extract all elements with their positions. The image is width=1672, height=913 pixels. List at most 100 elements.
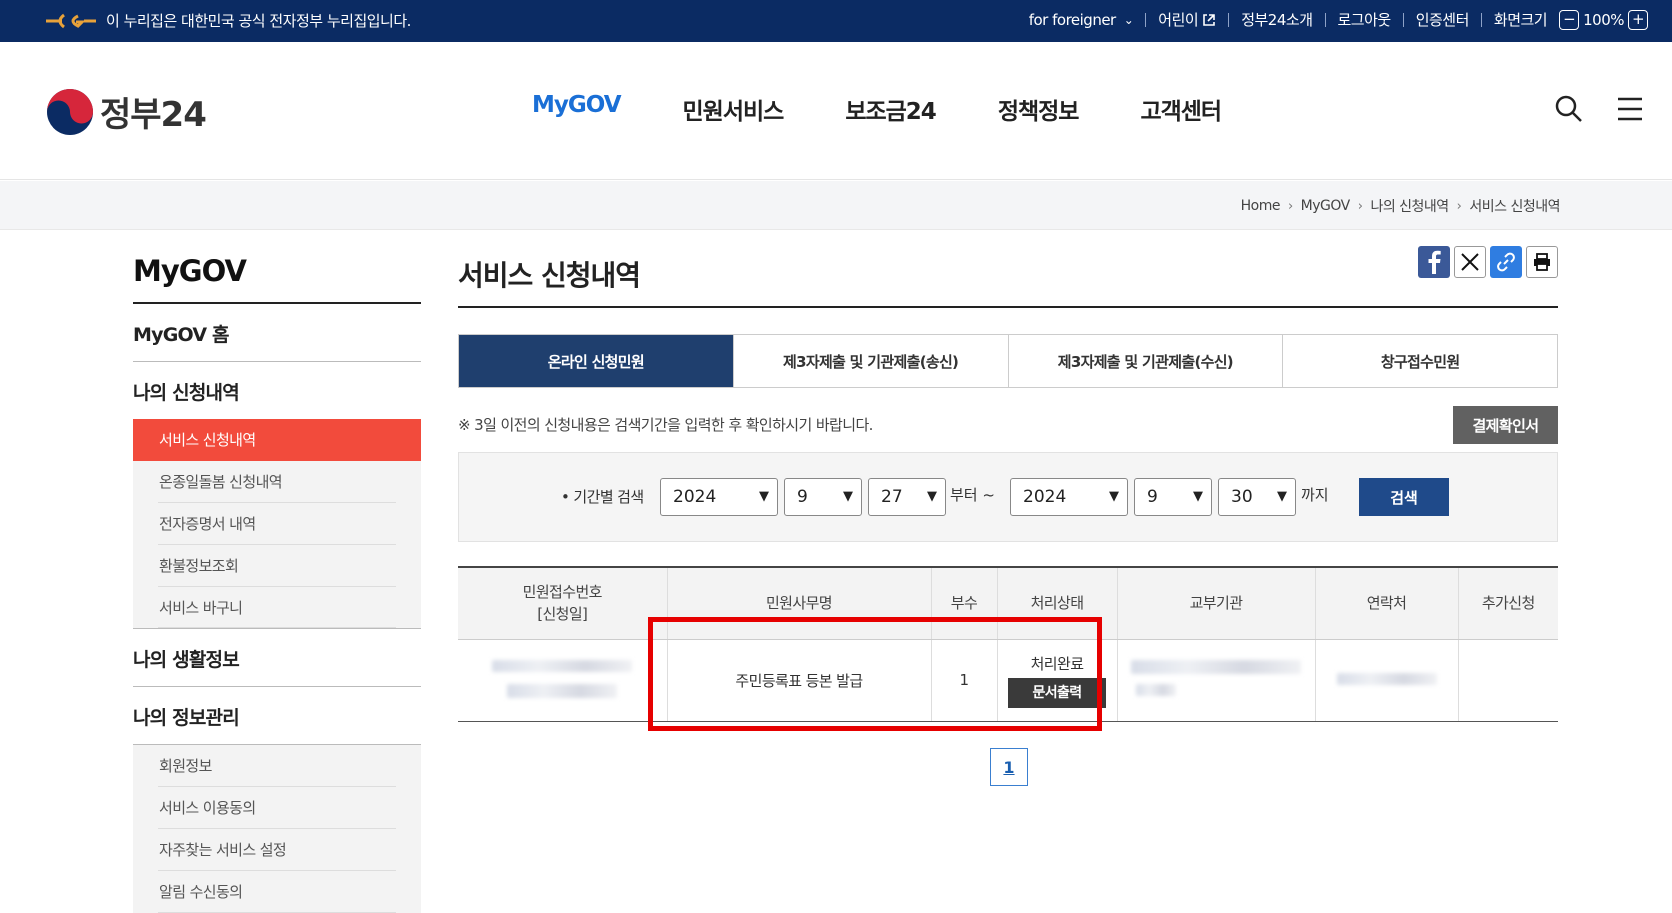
sidebar-item-childcare-applications[interactable]: 온종일돌봄 신청내역 xyxy=(133,461,421,503)
zoom-out-button[interactable]: − xyxy=(1559,9,1580,30)
sidebar-item-service-basket[interactable]: 서비스 바구니 xyxy=(133,587,421,629)
from-month-value: 9 xyxy=(797,487,808,507)
facebook-share-button[interactable] xyxy=(1418,246,1450,278)
chevron-right-icon: › xyxy=(1287,198,1293,214)
logo-text: 정부24 xyxy=(100,95,207,135)
redacted-agency-line2 xyxy=(1136,684,1176,696)
chevron-down-icon: ▼ xyxy=(1109,489,1119,504)
sidebar-item-info-management[interactable]: 나의 정보관리 xyxy=(133,687,421,745)
kids-link[interactable]: 어린이 xyxy=(1158,9,1216,30)
breadcrumb-mygov[interactable]: MyGOV xyxy=(1301,198,1351,214)
divider xyxy=(1145,12,1147,27)
kids-label: 어린이 xyxy=(1158,11,1199,29)
to-year-value: 2024 xyxy=(1023,487,1067,507)
col-receipt-number: 민원접수번호 [신청일] xyxy=(458,567,667,640)
from-year-value: 2024 xyxy=(673,487,717,507)
nav-civil-service[interactable]: 민원서비스 xyxy=(683,92,785,126)
payment-confirmation-button[interactable]: 결제확인서 xyxy=(1453,406,1558,444)
gov-notice-text: 이 누리집은 대한민국 공식 전자정부 누리집입니다. xyxy=(106,12,411,30)
to-day-value: 30 xyxy=(1231,487,1253,507)
utility-menu: for foreigner ⌄ 어린이 정부24소개 로그아웃 인증센터 화면크기… xyxy=(1029,9,1652,30)
chevron-down-icon: ▼ xyxy=(1193,489,1203,504)
site-header: 정부24 MyGOV 민원서비스 보조금24 정책정보 고객센터 xyxy=(0,42,1672,180)
foreigner-label: for foreigner xyxy=(1028,10,1117,29)
application-tabs: 온라인 신청민원 제3자제출 및 기관제출(송신) 제3자제출 및 기관제출(수… xyxy=(458,334,1558,388)
sidebar-item-member-info[interactable]: 회원정보 xyxy=(133,745,421,787)
redacted-receipt-number xyxy=(492,660,633,672)
cert-center-link[interactable]: 인증센터 xyxy=(1416,9,1470,30)
sidebar-item-life-info[interactable]: 나의 생활정보 xyxy=(133,629,421,687)
period-search-box: • 기간별 검색 2024 ▼ 9 ▼ 27 ▼ 부터 ~ 2024 ▼ 9 ▼ 30 ▼ … xyxy=(458,452,1558,542)
chevron-down-icon: ▼ xyxy=(927,489,937,504)
sidebar-item-service-consent[interactable]: 서비스 이용동의 xyxy=(133,787,421,829)
search-button[interactable]: 검색 xyxy=(1359,478,1449,516)
breadcrumb-my-applications[interactable]: 나의 신청내역 xyxy=(1370,196,1449,216)
from-day-select[interactable]: 27 ▼ xyxy=(868,478,946,516)
copy-link-button[interactable] xyxy=(1490,246,1522,278)
search-period-note: ※ 3일 이전의 신청내용은 검색기간을 입력한 후 확인하시기 바랍니다. xyxy=(458,416,873,434)
title-divider xyxy=(458,306,1558,308)
nav-mygov[interactable]: MyGOV xyxy=(532,92,621,126)
tab-third-party-received[interactable]: 제3자제출 및 기관제출(수신) xyxy=(1007,335,1283,387)
main-content: 서비스 신청내역 온라인 신청민원 제3자제출 및 기관제출(송신) 제3자제출… xyxy=(458,246,1558,722)
logout-link[interactable]: 로그아웃 xyxy=(1338,9,1392,30)
col-additional-request: 추가신청 xyxy=(1457,567,1558,640)
sidebar-item-refund-info[interactable]: 환불정보조회 xyxy=(133,545,421,587)
header-icons xyxy=(1554,94,1644,124)
to-month-value: 9 xyxy=(1147,487,1158,507)
about-link[interactable]: 정부24소개 xyxy=(1241,9,1313,30)
sidebar-item-e-certificates[interactable]: 전자증명서 내역 xyxy=(133,503,421,545)
from-day-value: 27 xyxy=(881,487,903,507)
from-text: 부터 ~ xyxy=(950,486,995,504)
chevron-down-icon: ▼ xyxy=(843,489,853,504)
redacted-contact xyxy=(1336,673,1437,685)
x-icon xyxy=(1461,253,1479,271)
chevron-down-icon: ▼ xyxy=(759,489,769,504)
link-icon xyxy=(1497,252,1515,272)
facebook-icon xyxy=(1428,250,1441,274)
gov-notice: 이 누리집은 대한민국 공식 전자정부 누리집입니다. xyxy=(44,10,411,31)
col-issuing-agency: 교부기관 xyxy=(1116,567,1315,640)
tab-third-party-sent[interactable]: 제3자제출 및 기관제출(송신) xyxy=(732,335,1008,387)
main-nav: MyGOV 민원서비스 보조금24 정책정보 고객센터 xyxy=(532,92,1222,126)
sidebar-item-favorite-services[interactable]: 자주찾는 서비스 설정 xyxy=(133,829,421,871)
sidebar-item-notification-consent[interactable]: 알림 수신동의 xyxy=(133,871,421,913)
divider xyxy=(1402,12,1404,27)
from-year-select[interactable]: 2024 ▼ xyxy=(660,478,778,516)
taegeuk-emblem-icon xyxy=(47,88,93,135)
page-1-link[interactable]: 1 xyxy=(990,748,1028,786)
print-page-button[interactable] xyxy=(1526,246,1558,278)
col-contact: 연락처 xyxy=(1314,567,1458,640)
breadcrumb: Home › MyGOV › 나의 신청내역 › 서비스 신청내역 xyxy=(1241,196,1561,216)
zoom-in-button[interactable]: + xyxy=(1628,9,1648,30)
breadcrumb-home[interactable]: Home xyxy=(1241,198,1281,214)
redacted-agency xyxy=(1131,660,1301,674)
to-month-select[interactable]: 9 ▼ xyxy=(1134,478,1212,516)
search-icon[interactable] xyxy=(1554,94,1584,124)
sidebar-item-my-applications[interactable]: 나의 신청내역 xyxy=(133,362,421,419)
screen-size-label: 화면크기 xyxy=(1493,11,1548,29)
tab-counter-applications[interactable]: 창구접수민원 xyxy=(1282,335,1557,387)
external-link-icon xyxy=(1203,13,1216,26)
nav-customer-center[interactable]: 고객센터 xyxy=(1140,92,1222,126)
page-title: 서비스 신청내역 xyxy=(458,259,641,292)
sidebar-item-mygov-home[interactable]: MyGOV 홈 xyxy=(133,304,421,362)
tab-online-applications[interactable]: 온라인 신청민원 xyxy=(459,335,733,387)
to-text: 까지 xyxy=(1301,486,1329,504)
nav-subsidy24[interactable]: 보조금24 xyxy=(845,92,936,126)
printer-icon xyxy=(1534,253,1550,271)
nav-policy-info[interactable]: 정책정보 xyxy=(998,92,1080,126)
to-day-select[interactable]: 30 ▼ xyxy=(1218,478,1296,516)
sidebar-item-service-applications[interactable]: 서비스 신청내역 xyxy=(133,419,421,461)
site-logo[interactable]: 정부24 xyxy=(46,87,207,136)
sidebar: MyGOV MyGOV 홈 나의 신청내역 서비스 신청내역 온종일돌봄 신청내… xyxy=(133,254,421,913)
x-share-button[interactable] xyxy=(1454,246,1486,278)
divider xyxy=(1324,12,1326,27)
foreigner-link[interactable]: for foreigner ⌄ xyxy=(1029,11,1134,29)
to-year-select[interactable]: 2024 ▼ xyxy=(1010,478,1128,516)
period-search-label: • 기간별 검색 xyxy=(561,488,644,506)
menu-icon[interactable] xyxy=(1616,94,1644,124)
chevron-right-icon: › xyxy=(1456,198,1462,214)
from-month-select[interactable]: 9 ▼ xyxy=(784,478,862,516)
cell-contact xyxy=(1314,639,1458,722)
